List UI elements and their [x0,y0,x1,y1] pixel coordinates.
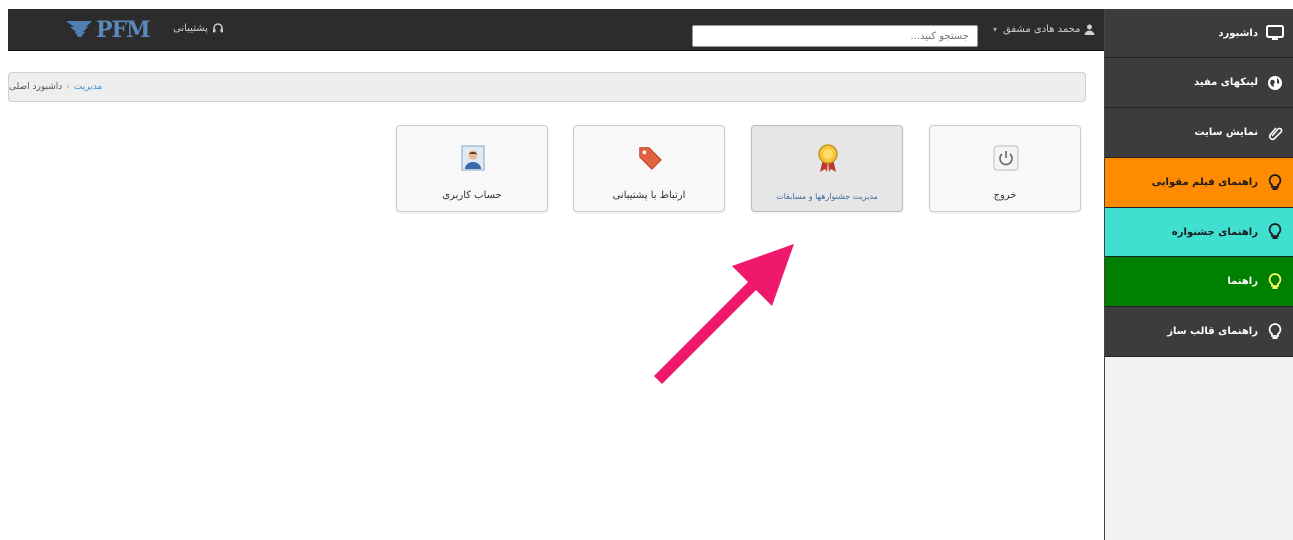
monitor-icon [1266,24,1284,42]
sidebar-item-cardboard-film-guide[interactable]: راهنمای فیلم مقوایی [1105,158,1293,208]
globe-icon [1266,74,1284,92]
pink-arrow-annotation [654,244,794,384]
tile-label: ارتباط با پشتیبانی [612,190,686,201]
sidebar-item-dashboard[interactable]: داشبورد [1105,9,1293,58]
tile-user-account[interactable]: حساب کاربری [396,125,548,212]
wing-logo-icon [66,21,92,37]
chevron-down-icon: ▾ [993,25,998,34]
breadcrumb-separator: › [66,82,70,92]
power-icon [992,144,1020,172]
sidebar-item-label: نمایش سایت [1194,127,1258,138]
sidebar-item-label: راهنما [1227,276,1258,287]
breadcrumb-root-link[interactable]: مدیریت [74,82,102,92]
tile-logout[interactable]: خروج [929,125,1081,212]
sidebar-item-label: داشبورد [1218,27,1258,39]
tile-label: حساب کاربری [442,190,502,201]
user-menu[interactable]: محمد هادی مشفق ▾ [993,24,1108,35]
logo-text: PFM [96,17,151,43]
sidebar-item-festival-guide[interactable]: راهنمای جشنواره [1105,208,1293,257]
support-label: پشتیبانی [173,22,208,34]
sidebar-item-template-builder-guide[interactable]: راهنمای قالب ساز [1105,307,1293,357]
tile-label: مدیریت جشنوارهها و مسابقات [776,192,878,201]
lightbulb-icon [1266,223,1284,241]
tile-label: خروج [993,190,1017,201]
sidebar-item-label: لینکهای مفید [1194,77,1258,88]
search-input[interactable] [692,25,978,47]
tile-contact-support[interactable]: ارتباط با پشتیبانی [573,125,725,212]
sidebar: داشبورد لینکهای مفید نمایش سایت راهنمای … [1104,9,1293,540]
sidebar-item-useful-links[interactable]: لینکهای مفید [1105,58,1293,108]
lightbulb-icon [1266,322,1284,341]
tag-icon [636,144,664,172]
sidebar-item-label: راهنمای قالب ساز [1167,326,1258,337]
lightbulb-icon [1266,272,1284,291]
sidebar-item-guide[interactable]: راهنما [1105,257,1293,307]
sidebar-item-view-site[interactable]: نمایش سایت [1105,108,1293,158]
paperclip-icon [1266,124,1284,142]
pfm-logo[interactable]: PFM [66,18,162,42]
support-link[interactable]: پشتیبانی [173,22,224,34]
breadcrumb-current: داشبورد اصلی [9,82,63,92]
user-name: محمد هادی مشفق [1003,24,1081,35]
user-profile-icon [459,144,487,172]
tile-festival-management[interactable]: مدیریت جشنوارهها و مسابقات [751,125,903,212]
sidebar-item-label: راهنمای جشنواره [1171,226,1258,238]
breadcrumb: مدیریت › داشبورد اصلی [8,72,1086,102]
headset-icon [212,23,223,33]
sidebar-item-label: راهنمای فیلم مقوایی [1151,177,1258,188]
user-icon [1084,24,1094,35]
top-navbar: PFM پشتیبانی محمد هادی مشفق ▾ [8,9,1104,51]
award-icon [814,144,842,172]
lightbulb-icon [1266,173,1284,192]
